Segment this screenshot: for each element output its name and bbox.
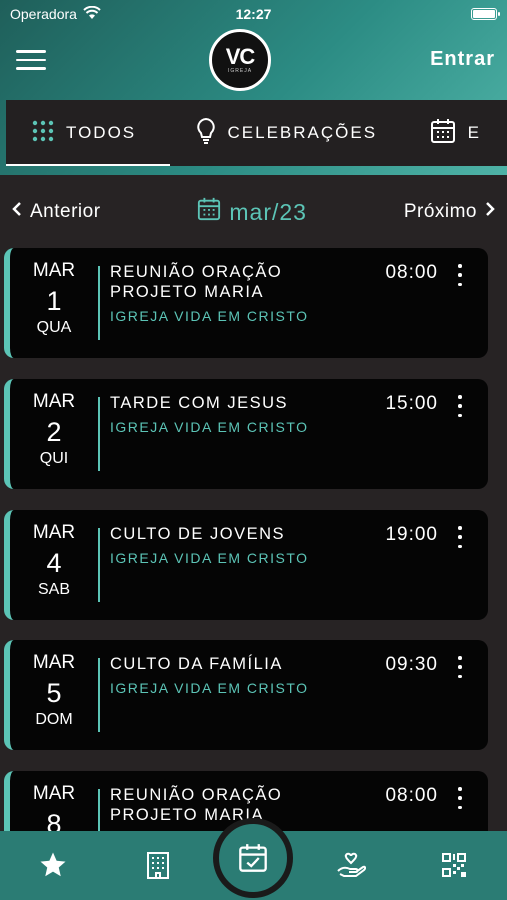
event-church: IGREJA VIDA EM CRISTO bbox=[110, 308, 309, 324]
divider bbox=[98, 528, 100, 602]
event-card[interactable]: MAR 4 SAB CULTO DE JOVENS IGREJA VIDA EM… bbox=[4, 510, 488, 620]
calendar-icon bbox=[430, 118, 456, 149]
event-day: 1 bbox=[46, 286, 62, 316]
building-icon[interactable] bbox=[140, 847, 176, 883]
event-title: CULTO DE JOVENS bbox=[110, 525, 286, 543]
event-weekday: SAB bbox=[37, 581, 70, 598]
event-date: MAR 4 SAB bbox=[20, 522, 88, 599]
grid-icon bbox=[32, 120, 54, 147]
event-card[interactable]: MAR 5 DOM CULTO DA FAMÍLIA IGREJA VIDA E… bbox=[4, 640, 488, 750]
event-date: MAR 2 QUI bbox=[20, 391, 88, 468]
chevron-right-icon bbox=[485, 201, 495, 223]
event-weekday: QUI bbox=[39, 450, 69, 467]
divider bbox=[98, 397, 100, 471]
event-time: 15:00 bbox=[385, 393, 438, 414]
next-month-button[interactable]: Próximo bbox=[404, 201, 495, 223]
tab-events[interactable]: E bbox=[404, 100, 507, 166]
login-button[interactable]: Entrar bbox=[430, 48, 495, 71]
event-church: IGREJA VIDA EM CRISTO bbox=[110, 419, 309, 435]
carrier-label: Operadora bbox=[10, 6, 77, 22]
event-time: 08:00 bbox=[385, 262, 438, 283]
wifi-icon bbox=[83, 5, 101, 23]
divider bbox=[98, 266, 100, 340]
event-title: TARDE COM JESUS bbox=[110, 394, 289, 412]
more-options-icon[interactable] bbox=[456, 526, 464, 548]
previous-label: Anterior bbox=[30, 201, 101, 222]
tab-celebracoes[interactable]: CELEBRAÇÕES bbox=[170, 100, 404, 166]
battery-icon bbox=[471, 8, 500, 20]
heart-hand-icon[interactable] bbox=[333, 847, 369, 883]
event-month: MAR bbox=[32, 522, 76, 543]
chevron-left-icon bbox=[12, 201, 22, 223]
star-icon[interactable] bbox=[35, 847, 71, 883]
event-date: MAR 5 DOM bbox=[20, 652, 88, 729]
divider bbox=[98, 658, 100, 732]
previous-month-button[interactable]: Anterior bbox=[12, 201, 101, 223]
event-month: MAR bbox=[32, 783, 76, 804]
category-tabs: TODOS CELEBRAÇÕES E bbox=[6, 100, 507, 166]
event-month: MAR bbox=[32, 260, 76, 281]
event-day: 2 bbox=[46, 417, 62, 447]
more-options-icon[interactable] bbox=[456, 656, 464, 678]
tab-label: E bbox=[467, 123, 481, 142]
status-bar: Operadora 12:27 bbox=[0, 0, 507, 28]
logo-text: VC bbox=[225, 44, 256, 69]
more-options-icon[interactable] bbox=[456, 264, 464, 286]
event-title: REUNIÃO ORAÇÃO PROJETO MARIA bbox=[110, 263, 283, 301]
event-card[interactable]: MAR 1 QUA REUNIÃO ORAÇÃO PROJETO MARIA I… bbox=[4, 248, 488, 358]
hamburger-menu-icon[interactable] bbox=[16, 50, 46, 72]
next-label: Próximo bbox=[403, 201, 477, 222]
logo-subtext: IGREJA bbox=[227, 68, 253, 74]
event-time: 08:00 bbox=[385, 785, 438, 806]
event-card[interactable]: MAR 2 QUI TARDE COM JESUS IGREJA VIDA EM… bbox=[4, 379, 488, 489]
more-options-icon[interactable] bbox=[456, 395, 464, 417]
tab-label: CELEBRAÇÕES bbox=[227, 123, 378, 142]
event-month: MAR bbox=[32, 652, 76, 673]
more-options-icon[interactable] bbox=[456, 787, 464, 809]
calendar-check-icon[interactable] bbox=[213, 818, 293, 898]
event-church: IGREJA VIDA EM CRISTO bbox=[110, 550, 309, 566]
event-title: CULTO DA FAMÍLIA bbox=[110, 655, 283, 673]
event-day: 5 bbox=[46, 678, 62, 708]
event-time: 19:00 bbox=[385, 524, 438, 545]
tab-label: TODOS bbox=[66, 123, 137, 142]
lightbulb-icon bbox=[196, 117, 216, 150]
event-month: MAR bbox=[32, 391, 76, 412]
event-church: IGREJA VIDA EM CRISTO bbox=[110, 680, 309, 696]
current-month-label: mar/23 bbox=[229, 198, 307, 225]
event-day: 4 bbox=[46, 548, 62, 578]
event-weekday: DOM bbox=[35, 711, 73, 728]
event-weekday: QUA bbox=[36, 319, 72, 336]
event-date: MAR 1 QUA bbox=[20, 260, 88, 337]
status-time: 12:27 bbox=[235, 6, 272, 22]
event-time: 09:30 bbox=[385, 654, 438, 675]
qr-code-icon[interactable] bbox=[436, 847, 472, 883]
tab-todos[interactable]: TODOS bbox=[6, 100, 170, 166]
current-month[interactable]: mar/23 bbox=[197, 197, 307, 227]
church-logo: VC IGREJA bbox=[209, 29, 271, 91]
calendar-icon bbox=[197, 197, 221, 227]
month-navigation: Anterior mar/23 Próximo bbox=[0, 190, 507, 234]
